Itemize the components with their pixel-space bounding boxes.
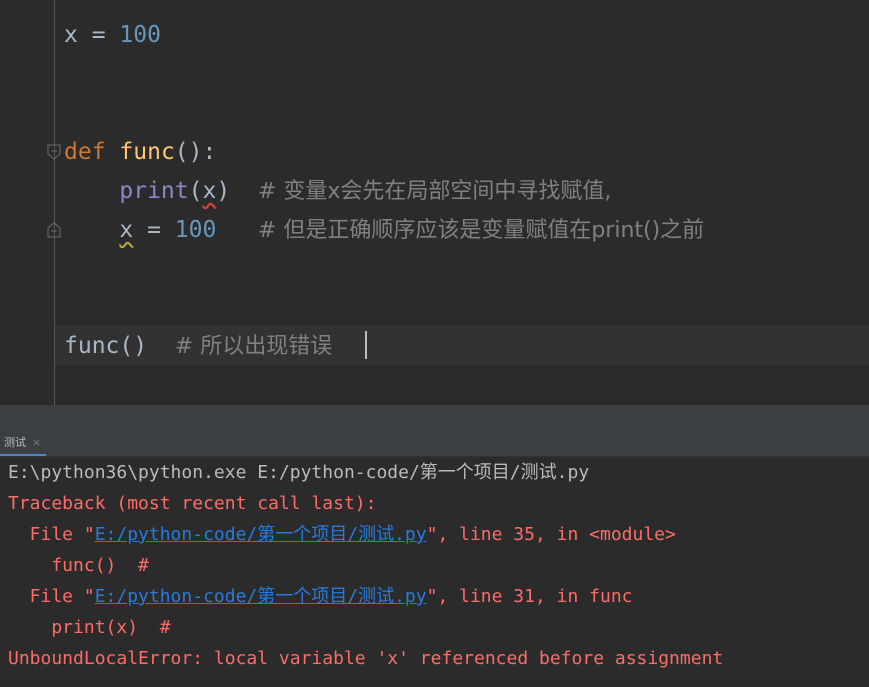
function-name: func bbox=[119, 139, 175, 165]
traceback-code-1: func() # bbox=[8, 555, 149, 576]
run-console[interactable]: E:\python36\python.exe E:/python-code/第一… bbox=[0, 457, 869, 687]
frame-prefix: File " bbox=[8, 586, 95, 607]
traceback-frame-1: File "E:/python-code/第一个项目/测试.py", line … bbox=[8, 523, 676, 547]
code-line-call[interactable]: func() # 所以出现错误 bbox=[64, 331, 332, 361]
assign-number: 100 bbox=[174, 217, 217, 243]
frame-suffix: ", line 35, in <module> bbox=[426, 524, 676, 545]
comment-1: # 变量x会先在局部空间中寻找赋值, bbox=[257, 179, 612, 204]
comment-2: # 但是正确顺序应该是变量赋值在print()之前 bbox=[257, 218, 705, 243]
run-tab-bar: 测试 × bbox=[0, 430, 869, 457]
active-tab-indicator bbox=[0, 454, 46, 456]
traceback-frame-2: File "E:/python-code/第一个项目/测试.py", line … bbox=[8, 585, 633, 609]
number-literal: 100 bbox=[119, 22, 161, 48]
frame-suffix: ", line 31, in func bbox=[426, 586, 633, 607]
file-link[interactable]: E:/python-code/第一个项目/测试.py bbox=[95, 586, 427, 607]
panel-separator[interactable] bbox=[0, 405, 869, 430]
console-command: E:\python36\python.exe E:/python-code/第一… bbox=[8, 462, 590, 483]
comment-3: # 所以出现错误 bbox=[174, 334, 333, 359]
code-line-assign[interactable]: x = 100 # 但是正确顺序应该是变量赋值在print()之前 bbox=[64, 215, 704, 245]
assign-variable: x bbox=[119, 217, 134, 243]
traceback-header: Traceback (most recent call last): bbox=[8, 493, 377, 514]
fold-icon[interactable] bbox=[46, 144, 62, 160]
run-tab[interactable]: 测试 × bbox=[4, 430, 41, 456]
operator: = bbox=[77, 22, 120, 48]
paren-close: ) bbox=[216, 178, 231, 204]
text-caret bbox=[365, 331, 367, 359]
code-line-1[interactable]: x = 100 bbox=[64, 20, 161, 50]
code-editor[interactable]: x = 100 def func(): print(x) # 变量x会先在局部空… bbox=[0, 0, 869, 405]
variable-x: x bbox=[64, 22, 78, 48]
fold-end-icon[interactable] bbox=[46, 222, 62, 238]
assign-operator: = bbox=[133, 217, 175, 243]
traceback-code-2: print(x) # bbox=[8, 617, 171, 638]
paren-open: ( bbox=[188, 178, 203, 204]
function-signature: (): bbox=[174, 139, 217, 165]
run-tab-label: 测试 bbox=[4, 436, 26, 449]
print-arg: x bbox=[202, 178, 217, 204]
frame-prefix: File " bbox=[8, 524, 95, 545]
close-icon[interactable]: × bbox=[32, 436, 41, 449]
code-line-print[interactable]: print(x) # 变量x会先在局部空间中寻找赋值, bbox=[64, 176, 611, 206]
def-keyword: def bbox=[64, 139, 106, 165]
print-builtin: print bbox=[119, 178, 189, 204]
file-link[interactable]: E:/python-code/第一个项目/测试.py bbox=[95, 524, 427, 545]
error-message: UnboundLocalError: local variable 'x' re… bbox=[8, 648, 724, 669]
function-call: func() bbox=[64, 333, 148, 359]
code-line-def[interactable]: def func(): bbox=[64, 137, 216, 167]
